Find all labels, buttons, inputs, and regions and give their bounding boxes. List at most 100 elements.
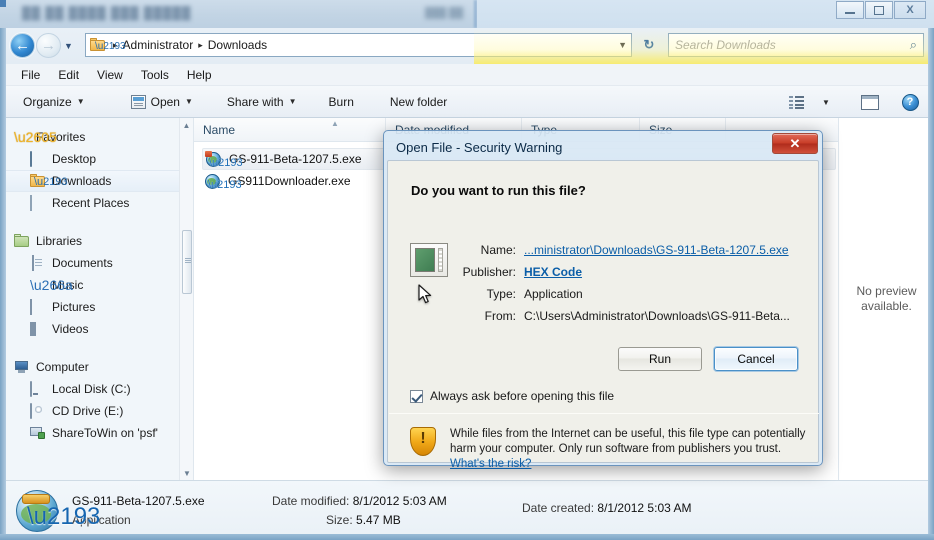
sidebar-group-computer: Computer Local Disk (C:) CD Drive (E:) S… bbox=[0, 356, 193, 444]
dialog-field-name: Name: ...ministrator\Downloads\GS-911-Be… bbox=[462, 243, 802, 257]
change-view-button[interactable] bbox=[782, 90, 810, 114]
sidebar-item-cd-drive-e[interactable]: CD Drive (E:) bbox=[0, 400, 193, 422]
scroll-up-arrow-icon[interactable]: ▲ bbox=[180, 118, 193, 132]
dialog-titlebar[interactable]: Open File - Security Warning ✕ bbox=[387, 133, 819, 160]
sidebar-header-computer[interactable]: Computer bbox=[0, 356, 193, 378]
preview-pane-button[interactable] bbox=[856, 90, 884, 114]
sidebar-item-local-disk-c[interactable]: Local Disk (C:) bbox=[0, 378, 193, 400]
menu-file[interactable]: File bbox=[12, 66, 49, 84]
titlebar-accent-stripe bbox=[0, 0, 6, 7]
search-input[interactable]: Search Downloads bbox=[675, 38, 910, 52]
dialog-field-publisher: Publisher: HEX Code bbox=[462, 265, 802, 279]
open-button[interactable]: Open ▼ bbox=[122, 91, 202, 113]
search-icon: ⌕ bbox=[909, 37, 917, 52]
open-icon bbox=[130, 94, 146, 109]
new-folder-button[interactable]: New folder bbox=[381, 91, 456, 113]
help-button[interactable]: ? bbox=[896, 90, 924, 114]
cd-drive-icon bbox=[30, 402, 46, 419]
sidebar-item-documents-label: Documents bbox=[52, 256, 113, 270]
window-title-secondary-blurred: ███ ██ bbox=[425, 8, 464, 19]
breadcrumb-item-downloads[interactable]: Downloads bbox=[208, 38, 267, 52]
menu-view[interactable]: View bbox=[88, 66, 132, 84]
details-created-column: Date created: 8/1/2012 5:03 AM bbox=[522, 501, 822, 520]
sidebar-item-local-disk-c-label: Local Disk (C:) bbox=[52, 382, 131, 396]
command-toolbar: Organize ▼ Open ▼ Share with ▼ Burn New … bbox=[0, 86, 934, 118]
details-name-column: GS-911-Beta-1207.5.exe Application bbox=[72, 494, 272, 527]
sidebar-item-recent-places[interactable]: Recent Places bbox=[0, 192, 193, 214]
dialog-field-from-label: From: bbox=[484, 309, 516, 323]
dialog-field-type: Type: Application bbox=[462, 287, 802, 301]
breadcrumb-item-administrator[interactable]: Administrator bbox=[123, 38, 194, 52]
sidebar-item-pictures[interactable]: Pictures bbox=[0, 296, 193, 318]
menu-help[interactable]: Help bbox=[178, 66, 221, 84]
search-box[interactable]: Search Downloads ⌕ bbox=[668, 33, 924, 57]
executable-file-icon: \u2193 bbox=[205, 150, 243, 168]
minimize-icon bbox=[845, 12, 855, 14]
music-icon: \u266a bbox=[30, 276, 73, 293]
dialog-field-name-value[interactable]: ...ministrator\Downloads\GS-911-Beta-120… bbox=[524, 243, 789, 257]
dialog-field-publisher-label: Publisher: bbox=[462, 265, 516, 279]
dialog-field-publisher-value[interactable]: HEX Code bbox=[524, 265, 582, 279]
sidebar-item-videos[interactable]: Videos bbox=[0, 318, 193, 340]
address-bar[interactable]: \u2193 ▸ Administrator ▸ Downloads ▼ bbox=[85, 33, 632, 57]
dialog-close-button[interactable]: ✕ bbox=[772, 133, 818, 154]
close-button[interactable]: X bbox=[894, 1, 926, 19]
sidebar-item-sharetowin-label: ShareToWin on 'psf' bbox=[52, 426, 158, 440]
view-dropdown-button[interactable]: ▼ bbox=[812, 90, 840, 114]
always-ask-checkbox-row[interactable]: Always ask before opening this file bbox=[410, 389, 614, 403]
navigation-pane-scrollbar[interactable]: ▲ ▼ bbox=[179, 118, 193, 480]
cancel-button[interactable]: Cancel bbox=[714, 347, 798, 371]
details-filetype: Application bbox=[72, 513, 131, 527]
sidebar-header-libraries-label: Libraries bbox=[36, 234, 83, 248]
sidebar-header-libraries[interactable]: Libraries bbox=[0, 230, 193, 252]
sidebar-item-downloads[interactable]: \u2193 Downloads bbox=[0, 170, 193, 192]
always-ask-checkbox[interactable] bbox=[410, 389, 423, 403]
organize-button[interactable]: Organize ▼ bbox=[14, 91, 94, 113]
sidebar-item-sharetowin[interactable]: ShareToWin on 'psf' bbox=[0, 422, 193, 444]
dialog-field-name-label: Name: bbox=[480, 243, 516, 257]
details-size-label: Size: bbox=[326, 513, 353, 527]
dialog-warning-text-block: While files from the Internet can be use… bbox=[450, 427, 810, 472]
whats-the-risk-link[interactable]: What's the risk? bbox=[450, 458, 531, 470]
details-date-created-label: Date created: bbox=[522, 501, 595, 515]
back-button[interactable]: ← bbox=[10, 33, 35, 58]
security-warning-dialog: Open File - Security Warning ✕ Do you wa… bbox=[383, 130, 823, 470]
share-with-button[interactable]: Share with ▼ bbox=[218, 91, 306, 113]
scroll-down-arrow-icon[interactable]: ▼ bbox=[180, 466, 193, 480]
sidebar-header-favorites[interactable]: \u2605 Favorites bbox=[0, 126, 193, 148]
history-dropdown-icon[interactable]: ▼ bbox=[64, 41, 73, 51]
column-header-name[interactable]: Name bbox=[194, 118, 386, 142]
address-bar-row: ← → ▼ \u2193 ▸ Administrator ▸ Downloads… bbox=[0, 28, 934, 64]
navigation-buttons: ← → ▼ bbox=[10, 33, 73, 58]
preview-pane: No preview available. bbox=[838, 118, 934, 480]
minimize-button[interactable] bbox=[836, 1, 864, 19]
new-folder-label: New folder bbox=[389, 94, 448, 109]
window-bottom-edge bbox=[0, 534, 934, 540]
details-date-created-value: 8/1/2012 5:03 AM bbox=[597, 501, 692, 515]
menu-edit[interactable]: Edit bbox=[49, 66, 88, 84]
sidebar-item-music[interactable]: \u266a Music bbox=[0, 274, 193, 296]
burn-button[interactable]: Burn bbox=[320, 91, 363, 113]
file-name-label-2: GS911Downloader.exe bbox=[228, 174, 351, 188]
details-modified-column: Date modified: 8/1/2012 5:03 AM Size: 5.… bbox=[272, 494, 522, 527]
burn-label: Burn bbox=[328, 94, 354, 109]
desktop-icon bbox=[30, 150, 46, 167]
refresh-button[interactable]: ↻ bbox=[637, 33, 661, 57]
forward-button[interactable]: → bbox=[36, 33, 61, 58]
dialog-separator bbox=[389, 413, 819, 414]
sidebar-item-desktop-label: Desktop bbox=[52, 152, 97, 166]
details-size-row: Size: 5.47 MB bbox=[272, 513, 522, 527]
open-label: Open bbox=[150, 94, 180, 109]
scrollbar-thumb[interactable] bbox=[182, 230, 192, 294]
chevron-down-icon-3: ▼ bbox=[288, 97, 297, 106]
toolbar-right-group: ▼ ? bbox=[782, 86, 924, 118]
address-dropdown-icon[interactable]: ▼ bbox=[618, 34, 627, 56]
warning-exclamation-icon: ! bbox=[420, 430, 426, 447]
sidebar-item-desktop[interactable]: Desktop bbox=[0, 148, 193, 170]
run-button[interactable]: Run bbox=[618, 347, 702, 371]
forward-arrow-icon: → bbox=[41, 36, 56, 54]
maximize-button[interactable] bbox=[865, 1, 893, 19]
executable-file-icon-2: \u2193 bbox=[204, 173, 242, 190]
sidebar-item-documents[interactable]: Documents bbox=[0, 252, 193, 274]
menu-tools[interactable]: Tools bbox=[132, 66, 178, 84]
